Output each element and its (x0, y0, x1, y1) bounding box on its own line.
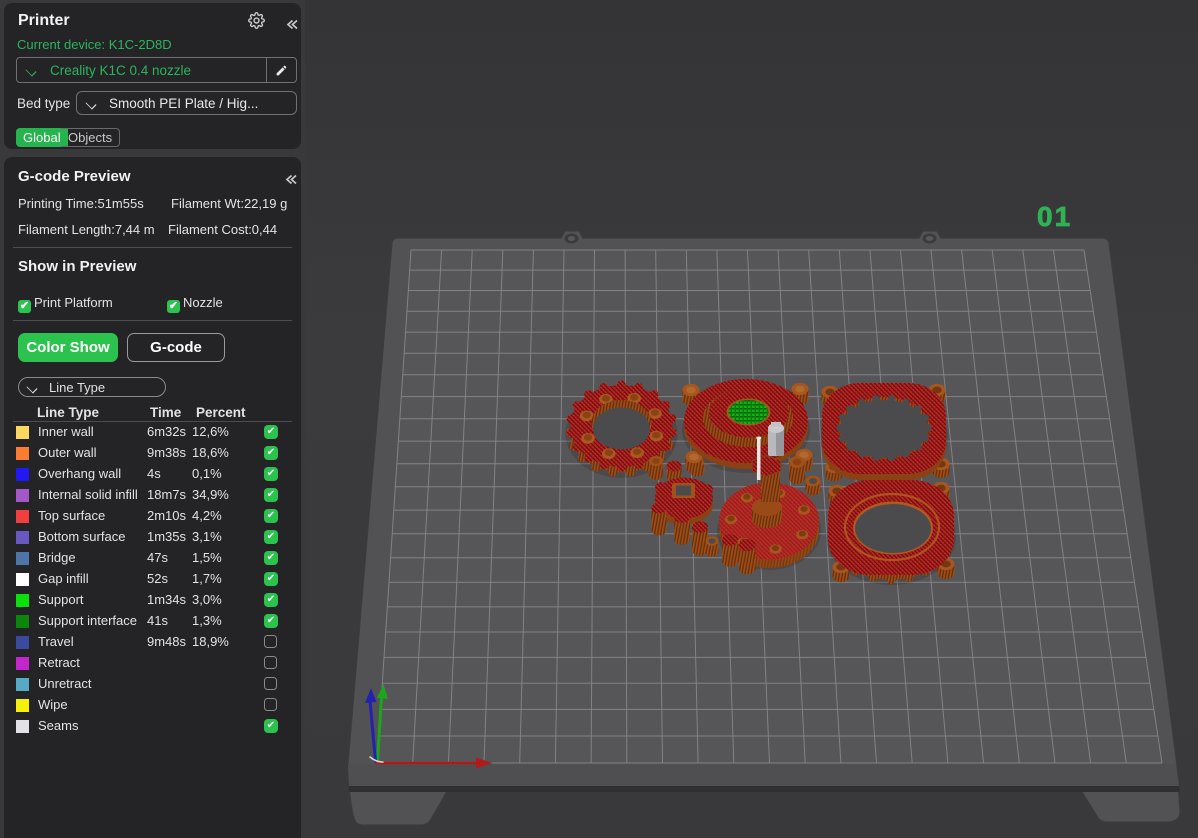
svg-text:01: 01 (1037, 201, 1072, 232)
